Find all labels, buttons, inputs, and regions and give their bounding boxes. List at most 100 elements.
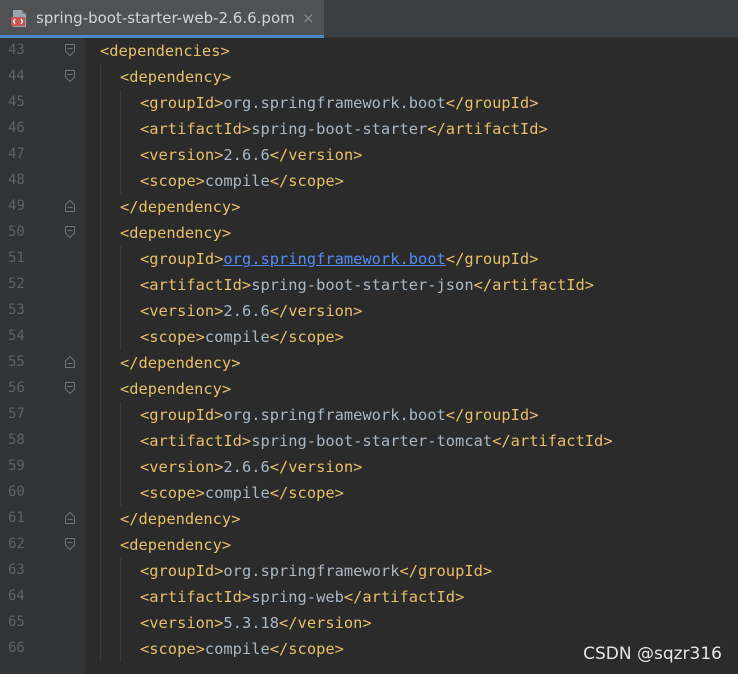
code-line[interactable]: </dependency>	[85, 506, 738, 532]
gutter-row: 63	[0, 558, 85, 584]
gutter-row: 61	[0, 506, 85, 532]
xml-tag: <artifactId>	[140, 432, 252, 450]
xml-tag: <version>	[140, 302, 224, 320]
gutter-row: 56	[0, 376, 85, 402]
fold-collapse-icon[interactable]	[64, 225, 76, 239]
code-line[interactable]: <version>2.6.6</version>	[85, 454, 738, 480]
fold-collapse-icon[interactable]	[64, 381, 76, 395]
gutter-row: 49	[0, 194, 85, 220]
code-line[interactable]: <scope>compile</scope>	[85, 324, 738, 350]
line-number: 43	[8, 42, 25, 58]
xml-tag: <artifactId>	[140, 588, 252, 606]
xml-text: 2.6.6	[223, 146, 270, 164]
xml-tag: </scope>	[269, 484, 344, 502]
xml-tag: <scope>	[140, 172, 205, 190]
line-number: 49	[8, 198, 25, 214]
fold-end-icon[interactable]	[64, 199, 76, 213]
code-line[interactable]: <artifactId>spring-boot-starter</artifac…	[85, 116, 738, 142]
xml-tag: <artifactId>	[140, 120, 252, 138]
line-number: 61	[8, 510, 25, 526]
xml-text: compile	[204, 484, 270, 502]
xml-text: 2.6.6	[223, 458, 270, 476]
code-line[interactable]: <scope>compile</scope>	[85, 168, 738, 194]
xml-link-text[interactable]: org.springframework.boot	[223, 250, 445, 268]
close-tab-icon[interactable]: ×	[302, 9, 315, 27]
xml-tag: <artifactId>	[140, 276, 252, 294]
gutter-row: 43	[0, 38, 85, 64]
xml-tag: </groupId>	[399, 562, 493, 580]
xml-tag: </groupId>	[445, 94, 539, 112]
line-number: 56	[8, 380, 25, 396]
xml-tag: <scope>	[140, 328, 205, 346]
code-line[interactable]: <dependencies>	[85, 38, 738, 64]
fold-collapse-icon[interactable]	[64, 69, 76, 83]
code-line[interactable]: <version>2.6.6</version>	[85, 298, 738, 324]
editor-tab-bar: spring-boot-starter-web-2.6.6.pom ×	[0, 0, 738, 38]
file-tab[interactable]: spring-boot-starter-web-2.6.6.pom ×	[0, 0, 324, 38]
line-number: 45	[8, 94, 25, 110]
code-line[interactable]: <artifactId>spring-boot-starter-json</ar…	[85, 272, 738, 298]
code-line[interactable]: <artifactId>spring-boot-starter-tomcat</…	[85, 428, 738, 454]
xml-tag: </artifactId>	[473, 276, 595, 294]
code-line[interactable]: </dependency>	[85, 194, 738, 220]
gutter-row: 65	[0, 610, 85, 636]
xml-tag: </version>	[279, 614, 372, 632]
code-line[interactable]: <artifactId>spring-web</artifactId>	[85, 584, 738, 610]
xml-tag: </dependency>	[120, 198, 241, 216]
code-line[interactable]: </dependency>	[85, 350, 738, 376]
line-number: 63	[8, 562, 25, 578]
xml-text: spring-boot-starter-tomcat	[251, 432, 493, 450]
code-line[interactable]: <version>2.6.6</version>	[85, 142, 738, 168]
xml-tag: <groupId>	[140, 562, 224, 580]
xml-text: spring-boot-starter	[251, 120, 428, 138]
xml-tag: </version>	[269, 146, 363, 164]
gutter-row: 52	[0, 272, 85, 298]
code-line[interactable]: <dependency>	[85, 532, 738, 558]
code-line[interactable]: <scope>compile</scope>	[85, 480, 738, 506]
xml-tag: <version>	[140, 458, 224, 476]
xml-tag: <version>	[140, 146, 224, 164]
gutter-row: 58	[0, 428, 85, 454]
code-line[interactable]: <groupId>org.springframework</groupId>	[85, 558, 738, 584]
code-line[interactable]: <dependency>	[85, 64, 738, 90]
xml-tag: <dependency>	[120, 68, 232, 86]
fold-collapse-icon[interactable]	[64, 43, 76, 57]
xml-text: 2.6.6	[223, 302, 270, 320]
line-number: 58	[8, 432, 25, 448]
xml-text: spring-boot-starter-json	[251, 276, 474, 294]
gutter-row: 66	[0, 636, 85, 662]
xml-tag: <groupId>	[140, 94, 224, 112]
xml-tag: <dependencies>	[100, 42, 230, 60]
fold-end-icon[interactable]	[64, 355, 76, 369]
xml-tag: </scope>	[269, 640, 344, 658]
gutter-row: 57	[0, 402, 85, 428]
gutter-row: 45	[0, 90, 85, 116]
xml-tag: </artifactId>	[343, 588, 465, 606]
code-line[interactable]: <dependency>	[85, 376, 738, 402]
gutter-row: 59	[0, 454, 85, 480]
line-number: 44	[8, 68, 25, 84]
line-number: 48	[8, 172, 25, 188]
code-line[interactable]: <groupId>org.springframework.boot</group…	[85, 90, 738, 116]
xml-text: compile	[204, 172, 270, 190]
line-number: 60	[8, 484, 25, 500]
line-number: 47	[8, 146, 25, 162]
fold-end-icon[interactable]	[64, 511, 76, 525]
xml-text: compile	[204, 328, 270, 346]
xml-tag: </scope>	[269, 328, 344, 346]
fold-collapse-icon[interactable]	[64, 537, 76, 551]
code-line[interactable]: <groupId>org.springframework.boot</group…	[85, 246, 738, 272]
gutter-row: 51	[0, 246, 85, 272]
code-editor[interactable]: 43 44 45 46 47 48 49 50 51 52 53 54 55 56 57 58 59 60 61 62…	[0, 38, 738, 674]
xml-tag: </groupId>	[445, 406, 539, 424]
code-line[interactable]: <dependency>	[85, 220, 738, 246]
line-number: 65	[8, 614, 25, 630]
line-number: 66	[8, 640, 25, 656]
gutter-row: 48	[0, 168, 85, 194]
xml-tag: <dependency>	[120, 536, 232, 554]
code-line[interactable]: <version>5.3.18</version>	[85, 610, 738, 636]
code-line[interactable]: <groupId>org.springframework.boot</group…	[85, 402, 738, 428]
code-area[interactable]: <dependencies> <dependency> <groupId>org.s…	[85, 38, 738, 674]
xml-tag: </scope>	[269, 172, 344, 190]
line-number: 51	[8, 250, 25, 266]
